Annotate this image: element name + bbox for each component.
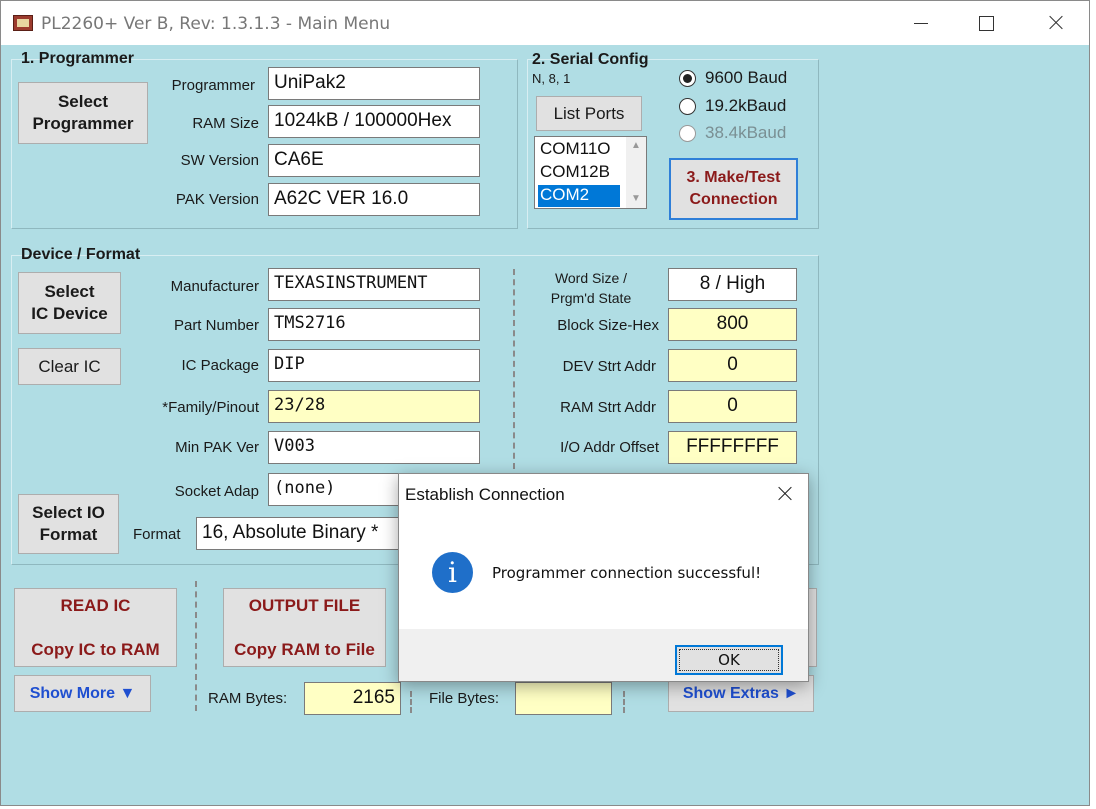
show-more-button[interactable]: Show More ▼	[14, 675, 151, 712]
baud-19200-radio[interactable]: 19.2kBaud	[679, 96, 786, 116]
dev-start-addr-field[interactable]: 0	[668, 349, 797, 382]
word-size-field: 8 / High	[668, 268, 797, 301]
ok-button[interactable]: OK	[675, 645, 783, 675]
dialog-close-icon[interactable]	[762, 474, 808, 514]
make-test-connection-button[interactable]: 3. Make/Test Connection	[669, 158, 798, 220]
programmer-group-title: 1. Programmer	[21, 50, 134, 67]
format-label: Format	[133, 526, 181, 543]
sw-version-field: CA6E	[268, 144, 480, 177]
word-size-label: Word Size / Prgm'd State	[550, 270, 632, 306]
port-item[interactable]: COM12B	[538, 162, 620, 184]
clear-ic-button[interactable]: Clear IC	[18, 348, 121, 385]
family-pinout-label: *Family/Pinout	[162, 399, 259, 416]
ports-scrollbar[interactable]: ▲ ▼	[626, 137, 646, 208]
block-size-field[interactable]: 800	[668, 308, 797, 341]
select-ic-device-button[interactable]: Select IC Device	[18, 272, 121, 334]
port-item-selected[interactable]: COM2	[538, 185, 620, 207]
ic-package-field: DIP	[268, 349, 480, 382]
part-number-label: Part Number	[173, 317, 259, 334]
select-programmer-button[interactable]: Select Programmer	[18, 82, 148, 144]
action-separator-1	[195, 581, 197, 711]
programmer-field: UniPak2	[268, 67, 480, 100]
block-size-label: Block Size-Hex	[557, 317, 659, 334]
device-separator	[513, 269, 515, 469]
maximize-button[interactable]	[963, 1, 1009, 45]
ports-listbox[interactable]: COM11O COM12B COM2 ▲ ▼	[534, 136, 647, 209]
serial-config-subtitle: N, 8, 1	[532, 71, 571, 86]
radio-disabled-icon	[679, 124, 696, 142]
device-format-title: Device / Format	[21, 246, 141, 263]
main-window: PL2260+ Ver B, Rev: 1.3.1.3 - Main Menu …	[0, 0, 1090, 806]
ic-package-label: IC Package	[181, 357, 259, 374]
family-pinout-field[interactable]: 23/28	[268, 390, 480, 423]
ram-size-label: RAM Size	[192, 115, 259, 132]
close-button[interactable]	[1033, 1, 1079, 45]
min-pak-ver-label: Min PAK Ver	[175, 439, 259, 456]
title-bar: PL2260+ Ver B, Rev: 1.3.1.3 - Main Menu	[1, 1, 1089, 45]
file-bytes-field	[515, 682, 612, 715]
io-addr-offset-label: I/O Addr Offset	[560, 439, 659, 456]
radio-checked-icon[interactable]	[679, 69, 696, 87]
part-number-field: TMS2716	[268, 308, 480, 341]
port-item[interactable]: COM11O	[538, 139, 620, 161]
scroll-down-icon[interactable]: ▼	[626, 190, 646, 208]
scroll-up-icon[interactable]: ▲	[626, 137, 646, 155]
action-separator-3	[623, 691, 625, 713]
minimize-button[interactable]	[897, 1, 943, 45]
io-addr-offset-field[interactable]: FFFFFFFF	[668, 431, 797, 464]
app-icon	[13, 15, 33, 31]
radio-unchecked-icon[interactable]	[679, 97, 696, 115]
pak-version-field: A62C VER 16.0	[268, 183, 480, 216]
establish-connection-dialog: Establish Connection i Programmer connec…	[398, 473, 809, 682]
manufacturer-field: TEXASINSTRUMENT	[268, 268, 480, 301]
socket-adap-label: Socket Adap	[174, 483, 259, 500]
output-file-button[interactable]: OUTPUT FILE Copy RAM to File	[223, 588, 386, 667]
baud-38400-radio: 38.4kBaud	[679, 123, 786, 143]
manufacturer-label: Manufacturer	[170, 278, 259, 295]
ram-bytes-label: RAM Bytes:	[208, 690, 288, 707]
dialog-message: Programmer connection successful!	[492, 564, 762, 582]
dev-start-addr-label: DEV Strt Addr	[562, 358, 656, 375]
dialog-title: Establish Connection	[405, 485, 565, 504]
info-icon: i	[432, 552, 473, 593]
action-separator-2	[410, 691, 412, 713]
ram-start-addr-field[interactable]: 0	[668, 390, 797, 423]
ram-size-field: 1024kB / 100000Hex	[268, 105, 480, 138]
serial-config-title: 2. Serial Config	[532, 51, 649, 68]
baud-9600-radio[interactable]: 9600 Baud	[679, 68, 787, 88]
ram-bytes-field: 2165	[304, 682, 401, 715]
read-ic-button[interactable]: READ IC Copy IC to RAM	[14, 588, 177, 667]
min-pak-ver-field: V003	[268, 431, 480, 464]
select-io-format-button[interactable]: Select IO Format	[18, 494, 119, 554]
pak-version-label: PAK Version	[175, 191, 259, 208]
file-bytes-label: File Bytes:	[429, 690, 500, 707]
ram-start-addr-label: RAM Strt Addr	[560, 399, 656, 416]
programmer-label: Programmer	[171, 77, 255, 94]
list-ports-button[interactable]: List Ports	[536, 96, 642, 131]
window-title: PL2260+ Ver B, Rev: 1.3.1.3 - Main Menu	[41, 14, 391, 34]
dialog-footer: OK	[399, 629, 808, 681]
sw-version-label: SW Version	[180, 152, 259, 169]
